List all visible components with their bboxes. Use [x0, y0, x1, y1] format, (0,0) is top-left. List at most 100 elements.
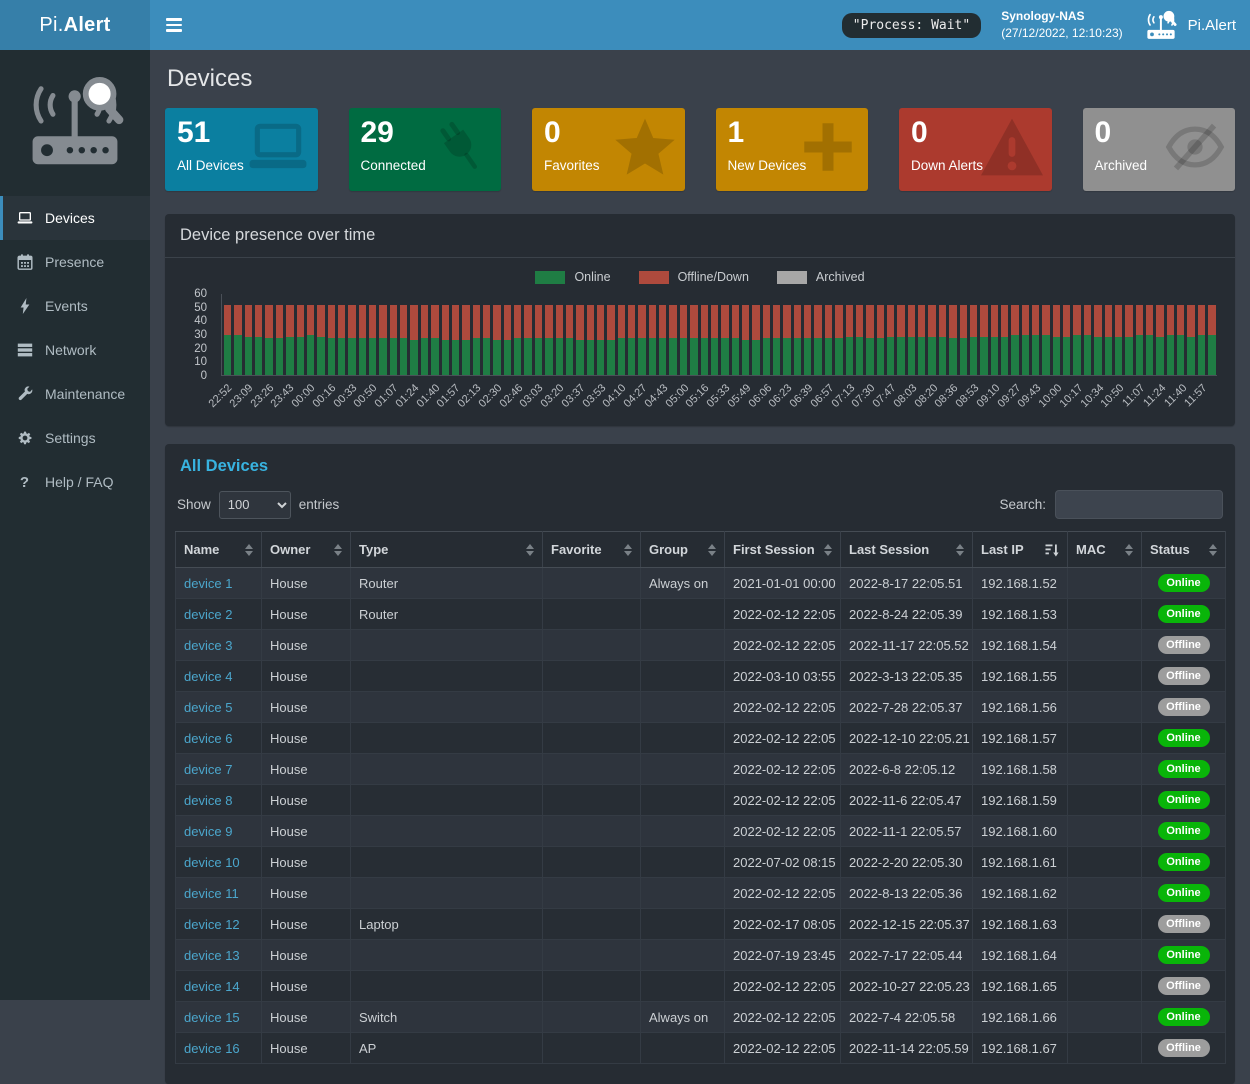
sidebar-item-events[interactable]: Events [0, 284, 150, 328]
cell-group [641, 971, 725, 1002]
card-connected[interactable]: 29Connected [349, 108, 502, 191]
chart-bar [835, 305, 842, 375]
sidebar: DevicesPresenceEventsNetworkMaintenanceS… [0, 50, 150, 1000]
chart-x-axis: 22:5223:0923:2623:4300:0000:1600:3300:50… [221, 376, 1217, 424]
sort-icon [245, 544, 253, 556]
status-badge: Online [1158, 605, 1210, 623]
device-link[interactable]: device 6 [184, 731, 232, 746]
chart-body: OnlineOffline/DownArchived 6050403020100… [165, 258, 1235, 426]
cell-first-session: 2022-02-12 22:05 [725, 878, 841, 909]
device-link[interactable]: device 8 [184, 793, 232, 808]
device-link[interactable]: device 13 [184, 948, 240, 963]
column-header-first-session[interactable]: First Session [725, 532, 841, 568]
card-new-devices[interactable]: 1New Devices [716, 108, 869, 191]
device-link[interactable]: device 4 [184, 669, 232, 684]
page-length-select[interactable]: 100 [219, 491, 291, 519]
app-logo[interactable]: Pi.Alert [0, 0, 150, 50]
cell-first-session: 2022-02-12 22:05 [725, 971, 841, 1002]
chart-bar [701, 305, 708, 375]
chart-bar [659, 305, 666, 375]
presence-chart-panel: Device presence over time OnlineOffline/… [165, 214, 1235, 426]
cell-last-session: 2022-7-28 22:05.37 [841, 692, 973, 723]
device-link[interactable]: device 16 [184, 1041, 240, 1056]
cell-last-ip: 192.168.1.65 [973, 971, 1068, 1002]
chart-bar [690, 305, 697, 375]
cell-last-session: 2022-11-1 22:05.57 [841, 816, 973, 847]
column-label: Type [359, 542, 388, 557]
card-all-devices[interactable]: 51All Devices [165, 108, 318, 191]
sidebar-item-maintenance[interactable]: Maintenance [0, 372, 150, 416]
sidebar-item-help-faq[interactable]: ?Help / FAQ [0, 460, 150, 504]
x-tick-label: 11:07 [1120, 382, 1147, 409]
main-content: Devices 51All Devices29Connected0Favorit… [150, 50, 1250, 1000]
device-link[interactable]: device 14 [184, 979, 240, 994]
cell-status: Online [1142, 785, 1226, 816]
cell-favorite [543, 940, 641, 971]
cell-group [641, 878, 725, 909]
brand-link[interactable]: Pi.Alert [1143, 10, 1236, 40]
cell-owner: House [262, 661, 351, 692]
cell-status: Online [1142, 847, 1226, 878]
process-status-badge: "Process: Wait" [842, 13, 981, 38]
device-link[interactable]: device 5 [184, 700, 232, 715]
device-link[interactable]: device 3 [184, 638, 232, 653]
cell-owner: House [262, 599, 351, 630]
column-header-last-session[interactable]: Last Session [841, 532, 973, 568]
cell-type: AP [351, 1033, 543, 1064]
chart-bar [597, 305, 604, 375]
x-tick-label: 08:53 [954, 382, 982, 410]
search-input[interactable] [1055, 490, 1223, 519]
device-link[interactable]: device 12 [184, 917, 240, 932]
device-link[interactable]: device 10 [184, 855, 240, 870]
sidebar-item-presence[interactable]: Presence [0, 240, 150, 284]
sidebar-item-network[interactable]: Network [0, 328, 150, 372]
cell-mac [1068, 785, 1142, 816]
device-link[interactable]: device 9 [184, 824, 232, 839]
x-tick-label: 11:40 [1162, 382, 1189, 409]
column-header-owner[interactable]: Owner [262, 532, 351, 568]
x-tick-label: 01:24 [393, 382, 421, 410]
chart-bar [949, 305, 956, 375]
card-favorites[interactable]: 0Favorites [532, 108, 685, 191]
app-logo-text: Pi.Alert [39, 14, 110, 37]
cell-owner: House [262, 692, 351, 723]
sort-icon [824, 544, 832, 556]
chart-bar [607, 305, 614, 375]
column-header-favorite[interactable]: Favorite [543, 532, 641, 568]
laptop-icon [247, 117, 309, 177]
column-header-type[interactable]: Type [351, 532, 543, 568]
sidebar-item-settings[interactable]: Settings [0, 416, 150, 460]
devices-table-panel: All Devices Show 100 entries Search: Nam… [165, 444, 1235, 1084]
cell-name: device 3 [176, 630, 262, 661]
cell-name: device 8 [176, 785, 262, 816]
cell-status: Offline [1142, 909, 1226, 940]
cell-last-ip: 192.168.1.61 [973, 847, 1068, 878]
y-tick-label: 0 [201, 370, 207, 382]
column-header-last-ip[interactable]: Last IP [973, 532, 1068, 568]
search-label: Search: [999, 497, 1046, 512]
sort-icon [708, 544, 716, 556]
device-link[interactable]: device 15 [184, 1010, 240, 1025]
column-header-mac[interactable]: MAC [1068, 532, 1142, 568]
chart-bar [1032, 305, 1039, 375]
chart-bar [348, 305, 355, 375]
card-down-alerts[interactable]: 0Down Alerts [899, 108, 1052, 191]
sidebar-item-devices[interactable]: Devices [0, 196, 150, 240]
chart-bar [628, 305, 635, 375]
device-link[interactable]: device 11 [184, 886, 239, 901]
card-archived[interactable]: 0Archived [1083, 108, 1236, 191]
column-header-group[interactable]: Group [641, 532, 725, 568]
cell-group [641, 816, 725, 847]
device-link[interactable]: device 7 [184, 762, 232, 777]
cell-type [351, 816, 543, 847]
chart-bar [1208, 305, 1215, 375]
hamburger-menu-icon[interactable] [166, 18, 188, 32]
cell-owner: House [262, 878, 351, 909]
device-link[interactable]: device 2 [184, 607, 232, 622]
column-header-status[interactable]: Status [1142, 532, 1226, 568]
chart-bar [276, 305, 283, 375]
device-link[interactable]: device 1 [184, 576, 232, 591]
navbar-right: "Process: Wait" Synology-NAS (27/12/2022… [842, 8, 1236, 43]
chart-bar [939, 305, 946, 375]
column-header-name[interactable]: Name [176, 532, 262, 568]
